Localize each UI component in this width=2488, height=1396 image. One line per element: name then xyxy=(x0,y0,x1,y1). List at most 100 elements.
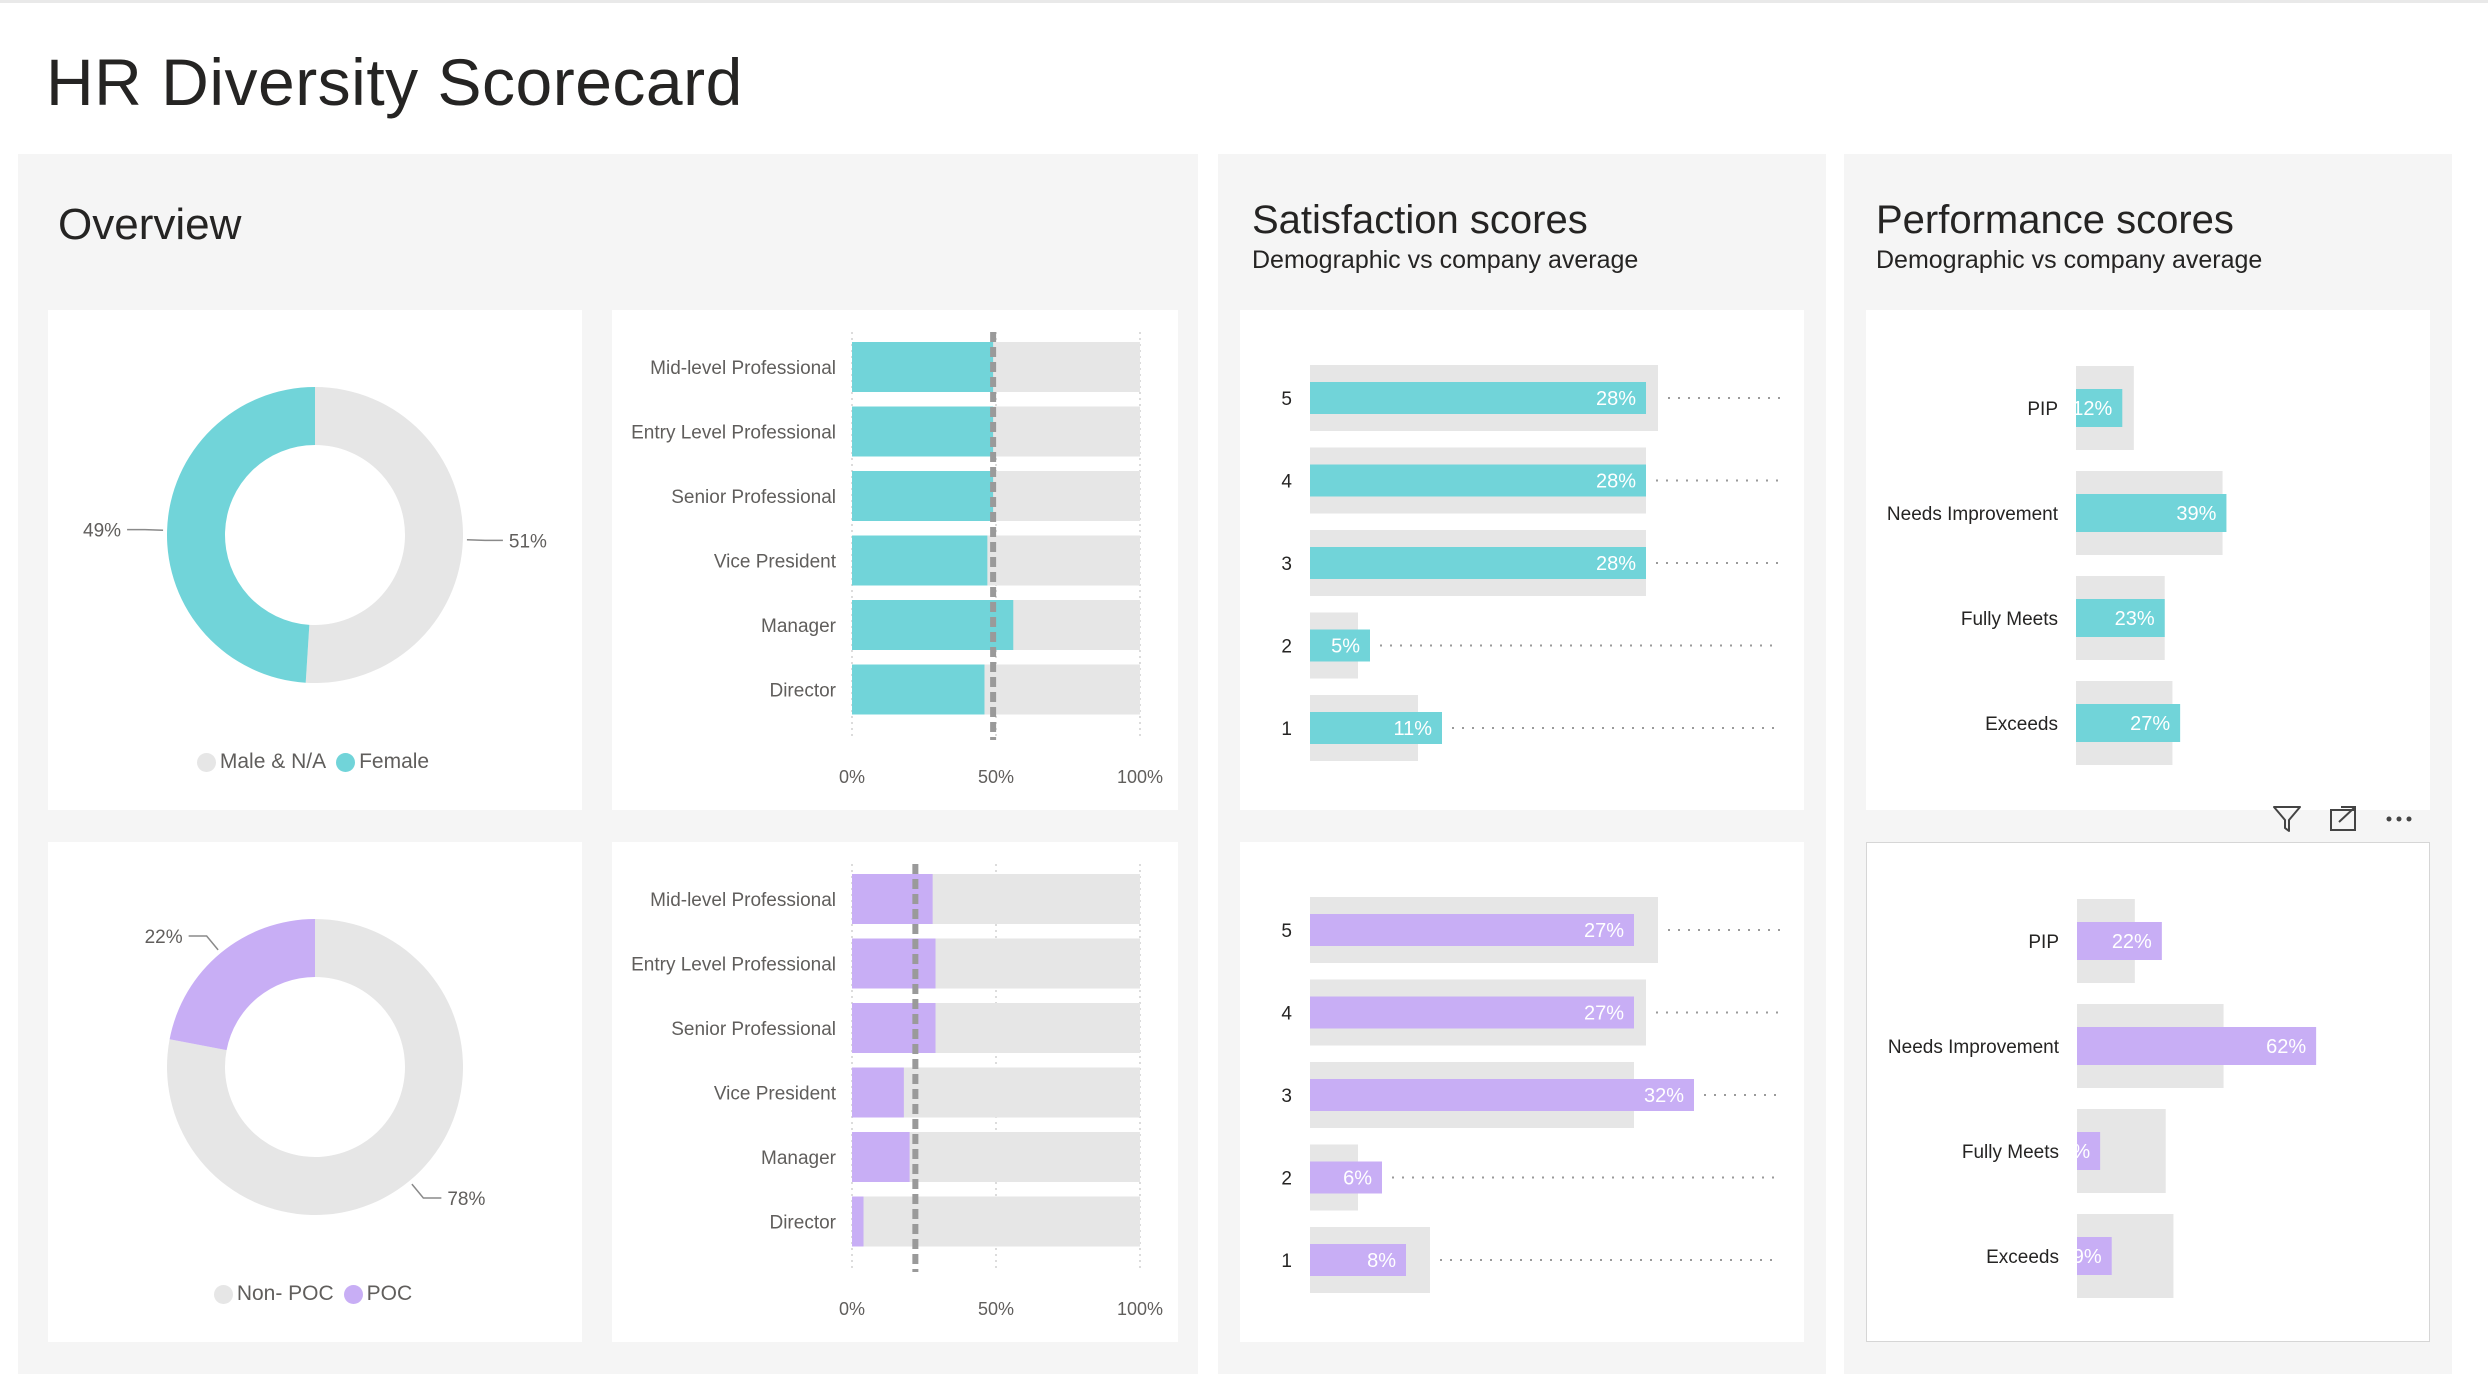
performance-section: Performance scores Demographic vs compan… xyxy=(1844,154,2452,1374)
gender-role-x-tick-0: 0% xyxy=(839,767,865,787)
gender-donut-card[interactable]: 51% 49% Male & N/A Female xyxy=(48,310,582,810)
more-options-icon[interactable] xyxy=(2382,802,2416,836)
performance-poc-chart[interactable]: 22% PIP 62% Needs Improvement 6%Fully Meets 9… xyxy=(1867,843,2429,1341)
legend-dot-male xyxy=(196,752,216,772)
performance-female-category-label-1: Needs Improvement xyxy=(1887,504,2059,525)
satisfaction-female-data-label-4: 11% xyxy=(1393,718,1432,740)
performance-poc-category-label-0: PIP xyxy=(2028,932,2059,953)
satisfaction-poc-data-label-4: 8% xyxy=(1367,1250,1396,1272)
performance-female-data-label-3: 27% xyxy=(2130,713,2170,735)
satisfaction-poc-data-label-1: 27% xyxy=(1584,1003,1624,1025)
legend-item-male[interactable]: Male & N/A xyxy=(196,750,327,774)
gender-donut-leader-1 xyxy=(127,528,164,531)
satisfaction-poc-data-label-0: 27% xyxy=(1584,920,1624,942)
poc-role-category-label-2: Senior Professional xyxy=(671,1019,836,1040)
satisfaction-poc-category-label-1: 4 xyxy=(1281,1004,1292,1025)
satisfaction-poc-card[interactable]: 27% 5 27% 4 32% 3 6% 2 8% 1 xyxy=(1240,842,1804,1342)
performance-poc-data-label-3: 9% xyxy=(2073,1246,2102,1268)
legend-item-female[interactable]: Female xyxy=(336,750,429,774)
satisfaction-female-card[interactable]: 28% 5 28% 4 28% 3 5% 2 11% 1 xyxy=(1240,310,1804,810)
poc-donut-leader-1 xyxy=(188,935,219,951)
poc-role-x-tick-1: 50% xyxy=(978,1299,1014,1319)
performance-poc-category-label-3: Exceeds xyxy=(1986,1247,2059,1268)
performance-female-chart[interactable]: 12% PIP 39% Needs Improvement 23% Fully Meets… xyxy=(1866,310,2430,810)
legend-dot-poc xyxy=(343,1284,363,1304)
gender-donut-legend: Male & N/A Female xyxy=(48,750,582,774)
focus-mode-icon[interactable] xyxy=(2326,802,2360,836)
gender-role-card[interactable]: Mid-level Professional Entry Level Profes… xyxy=(612,310,1178,810)
satisfaction-female-data-label-1: 28% xyxy=(1596,471,1636,493)
poc-role-bar-0 xyxy=(852,874,933,924)
performance-poc-card[interactable]: 22% PIP 62% Needs Improvement 6% Fully Meets 9… xyxy=(1866,842,2430,1342)
satisfaction-poc-category-label-4: 1 xyxy=(1281,1251,1292,1272)
poc-role-x-tick-2: 100% xyxy=(1117,1299,1163,1319)
poc-role-card[interactable]: Mid-level Professional Entry Level Profes… xyxy=(612,842,1178,1342)
poc-role-bar-1 xyxy=(852,938,936,989)
poc-role-bar-4 xyxy=(852,1132,910,1182)
page-title: HR Diversity Scorecard xyxy=(46,45,743,119)
satisfaction-poc-category-label-3: 2 xyxy=(1281,1169,1292,1190)
legend-item-poc[interactable]: POC xyxy=(343,1282,413,1306)
poc-role-bg-bar-5 xyxy=(852,1196,1140,1247)
satisfaction-poc-bar-2 xyxy=(1310,1079,1694,1111)
gender-role-bar-3 xyxy=(852,535,988,586)
gender-role-bar-4 xyxy=(852,600,1014,650)
gender-role-bar-5 xyxy=(852,664,985,715)
satisfaction-poc-category-label-0: 5 xyxy=(1281,921,1292,942)
performance-female-card[interactable]: 12% PIP 39% Needs Improvement 23% Fully Meets… xyxy=(1866,310,2430,810)
gender-role-bar-2 xyxy=(852,471,994,521)
satisfaction-poc-chart[interactable]: 27% 5 27% 4 32% 3 6% 2 8% 1 xyxy=(1240,842,1804,1342)
satisfaction-female-data-label-2: 28% xyxy=(1596,553,1636,575)
performance-subtitle: Demographic vs company average xyxy=(1876,246,2263,274)
satisfaction-female-category-label-0: 5 xyxy=(1281,389,1292,410)
gender-role-category-label-3: Vice President xyxy=(714,552,837,573)
satisfaction-title: Satisfaction scores xyxy=(1252,198,1588,242)
performance-female-category-label-3: Exceeds xyxy=(1985,714,2058,735)
gender-donut-slice-1 xyxy=(167,387,315,683)
performance-poc-data-label-0: 22% xyxy=(2112,931,2152,953)
poc-role-chart[interactable]: Mid-level Professional Entry Level Profes… xyxy=(612,842,1178,1342)
gender-role-category-label-4: Manager xyxy=(761,616,837,637)
poc-donut-chart[interactable]: 78% 22% xyxy=(48,842,582,1282)
gender-donut-chart[interactable]: 51% 49% xyxy=(48,310,582,750)
performance-title: Performance scores xyxy=(1876,198,2234,242)
legend-label-female: Female xyxy=(359,750,430,773)
gender-donut-leader-0 xyxy=(466,539,503,542)
top-border xyxy=(0,0,2488,3)
legend-item-non-poc[interactable]: Non- POC xyxy=(213,1282,334,1306)
performance-poc-category-label-2: Fully Meets xyxy=(1962,1142,2059,1163)
poc-donut-slice-1 xyxy=(169,919,315,1051)
satisfaction-female-category-label-2: 3 xyxy=(1281,554,1292,575)
gender-role-category-label-5: Director xyxy=(769,681,836,702)
gender-role-chart[interactable]: Mid-level Professional Entry Level Profes… xyxy=(612,310,1178,810)
gender-role-category-label-0: Mid-level Professional xyxy=(650,358,836,379)
performance-poc-category-label-1: Needs Improvement xyxy=(1888,1037,2060,1058)
performance-female-data-label-0: 12% xyxy=(2072,398,2112,420)
satisfaction-female-category-label-3: 2 xyxy=(1281,637,1292,658)
poc-donut-card[interactable]: 78% 22% Non- POC POC xyxy=(48,842,582,1342)
legend-label-non-poc: Non- POC xyxy=(236,1282,334,1305)
legend-dot-non-poc xyxy=(213,1284,233,1304)
performance-female-data-label-2: 23% xyxy=(2115,608,2155,630)
poc-role-category-label-4: Manager xyxy=(761,1148,837,1169)
satisfaction-poc-data-label-3: 6% xyxy=(1343,1168,1372,1190)
gender-donut-data-label-0: 51% xyxy=(509,531,547,552)
poc-role-bar-5 xyxy=(852,1196,864,1247)
poc-role-category-label-0: Mid-level Professional xyxy=(650,890,836,911)
satisfaction-female-chart[interactable]: 28% 5 28% 4 28% 3 5% 2 11% 1 xyxy=(1240,310,1804,810)
satisfaction-female-data-label-0: 28% xyxy=(1596,388,1636,410)
gender-role-category-label-2: Senior Professional xyxy=(671,487,836,508)
filter-icon[interactable] xyxy=(2270,802,2304,836)
satisfaction-female-category-label-4: 1 xyxy=(1281,719,1292,740)
legend-label-poc: POC xyxy=(366,1282,413,1305)
satisfaction-poc-category-label-2: 3 xyxy=(1281,1086,1292,1107)
poc-donut-leader-0 xyxy=(411,1183,442,1199)
poc-donut-data-label-0: 78% xyxy=(447,1189,485,1210)
gender-role-category-label-1: Entry Level Professional xyxy=(631,423,836,444)
legend-label-male: Male & N/A xyxy=(219,750,327,773)
performance-female-category-label-2: Fully Meets xyxy=(1961,609,2058,630)
satisfaction-section: Satisfaction scores Demographic vs compa… xyxy=(1218,154,1826,1374)
gender-role-bar-0 xyxy=(852,342,994,392)
gender-role-x-tick-1: 50% xyxy=(978,767,1014,787)
satisfaction-poc-data-label-2: 32% xyxy=(1644,1085,1684,1107)
